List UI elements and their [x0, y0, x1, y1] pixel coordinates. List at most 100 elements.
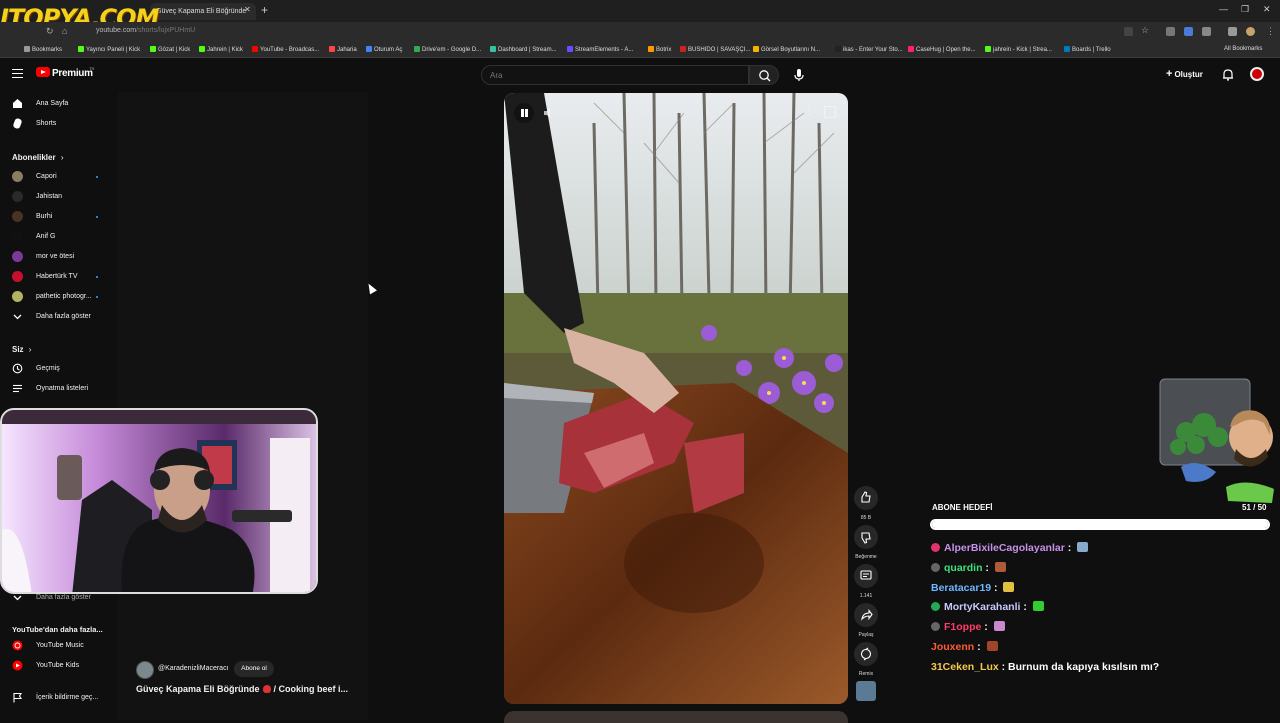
bookmark-item[interactable]: Drive'em - Google D... [414, 46, 481, 53]
bookmark-item[interactable]: Botrix [648, 46, 671, 53]
you-heading[interactable]: Siz › [12, 345, 31, 354]
sound-thumbnail[interactable] [852, 681, 880, 701]
volume-icon[interactable] [542, 106, 556, 120]
star-bookmark-icon[interactable]: ☆ [1141, 25, 1149, 36]
search-button[interactable] [749, 65, 779, 85]
sidebar-item-home[interactable]: Ana Sayfa [0, 95, 118, 113]
pause-button[interactable] [514, 103, 534, 123]
mascot-illustration [1159, 378, 1274, 503]
bookmark-item[interactable]: jahrein - Kick | Strea... [985, 46, 1052, 53]
youtube-premium-logo[interactable]: Premium [52, 68, 93, 79]
next-short-preview[interactable] [504, 711, 848, 723]
close-window-icon[interactable]: ✕ [1263, 4, 1271, 15]
short-title[interactable]: Güveç Kapama Eli Böğründe / Cooking beef … [136, 684, 348, 694]
home-icon[interactable]: ⌂ [62, 26, 67, 36]
extension-icon[interactable] [1184, 27, 1193, 36]
sidebar-item-history[interactable]: Geçmiş [0, 360, 118, 378]
video-frame [504, 93, 848, 704]
browser-tab-active[interactable]: Güveç Kapama Eli Böğründe [150, 3, 256, 20]
more-options-icon[interactable]: ⋮ [804, 106, 814, 117]
sidebar-channel-item[interactable]: Jahistan [0, 188, 118, 206]
dislike-button[interactable]: Beğenme [852, 525, 880, 560]
playlist-icon [13, 384, 22, 393]
bookmark-item[interactable]: Bookmarks [24, 46, 62, 53]
tab-close-icon[interactable]: ✕ [244, 5, 251, 14]
channel-handle[interactable]: @KaradenizliMaceracı [158, 665, 229, 672]
profile-icon[interactable] [1246, 27, 1255, 36]
tab-title: Güveç Kapama Eli Böğründe [156, 8, 247, 15]
fullscreen-icon[interactable] [824, 106, 836, 118]
subscriber-goal-progress-fill [932, 521, 1268, 528]
bookmark-item[interactable]: YouTube - Broadcas... [252, 46, 319, 53]
bookmark-item[interactable]: Jaharia [329, 46, 357, 53]
address-bar[interactable]: youtube.com/shorts/lujxPUHmU [96, 27, 195, 34]
create-button[interactable]: + Oluştur [1166, 68, 1203, 80]
remix-button[interactable]: Remix [852, 642, 880, 677]
bookmark-item[interactable]: Dashboard | Stream... [490, 46, 557, 53]
new-content-dot [96, 276, 98, 278]
youtube-logo-icon[interactable] [36, 67, 50, 77]
new-tab-icon[interactable]: + [261, 3, 268, 17]
sidebar-channel-item[interactable]: Anif G [0, 228, 118, 246]
channel-avatar [12, 251, 23, 262]
sidebar-channel-item[interactable]: mor ve ötesi [0, 248, 118, 266]
sidebar-item-playlists[interactable]: Oynatma listeleri [0, 380, 118, 398]
bookmark-item[interactable]: ikas - Enter Your Sto... [835, 46, 903, 53]
chat-message: MortyKarahanli : [931, 601, 1044, 613]
sidebar-item-youtube-music[interactable]: YouTube Music [0, 637, 118, 655]
like-button[interactable]: 85 B [852, 486, 880, 521]
bookmark-item[interactable]: CaseHug | Open the... [908, 46, 976, 53]
bookmark-item[interactable]: Jahrein | Kick [199, 46, 243, 53]
reload-icon[interactable]: ↻ [46, 26, 54, 37]
youtube-masthead: Premium TR +Oluştur [0, 58, 1280, 92]
shorts-left-area [118, 92, 368, 720]
bookmark-item[interactable]: Boards | Trello [1064, 46, 1111, 53]
all-bookmarks-button[interactable]: All Bookmarks [1224, 46, 1262, 52]
chat-emote-icon [994, 561, 1006, 572]
subscribe-button[interactable]: Abone ol [234, 661, 274, 677]
browser-menu-icon[interactable]: ⋮ [1266, 26, 1275, 37]
sidebar-show-more[interactable]: Daha fazla göster [0, 308, 118, 326]
sidebar-channel-item[interactable]: Habertürk TV [0, 268, 118, 286]
voice-search-button[interactable] [790, 66, 808, 84]
menu-icon[interactable] [12, 69, 23, 78]
account-avatar[interactable] [1250, 67, 1264, 81]
channel-name: Jahistan [36, 193, 63, 200]
bookmark-label: StreamElements - A... [575, 47, 634, 53]
sidebar-item-shorts[interactable]: Shorts [0, 115, 118, 133]
sidebar-item-youtube-kids[interactable]: YouTube Kids [0, 657, 118, 675]
sidebar-channel-item[interactable]: pathetic photogr... [0, 288, 118, 306]
chat-emote-icon [1077, 542, 1089, 552]
search-input[interactable] [490, 69, 730, 82]
shorts-video-player[interactable]: ⋮ [504, 93, 848, 704]
share-button[interactable]: Paylaş [852, 603, 880, 638]
chat-emote-icon [993, 621, 1005, 632]
bookmark-item[interactable]: BUSHIDO | SAVAŞÇI... [680, 46, 750, 53]
extensions-puzzle-icon[interactable] [1228, 27, 1237, 36]
sidebar-channel-item[interactable]: Burhi [0, 208, 118, 226]
bookmark-label: Gözat | Kick [158, 47, 191, 53]
minimize-icon[interactable]: — [1219, 4, 1228, 14]
bookmark-favicon-icon [567, 46, 573, 52]
subscriptions-heading[interactable]: Abonelikler › [12, 153, 63, 162]
bookmark-item[interactable]: Oturum Aç [366, 46, 402, 53]
notifications-button[interactable] [1222, 68, 1234, 81]
install-icon[interactable] [1124, 27, 1133, 36]
sidebar-channel-item[interactable]: Capori [0, 168, 118, 186]
sidebar-item-report-history[interactable]: İçerik bildirme geç... [0, 689, 118, 707]
chat-separator: : [991, 581, 1001, 594]
bookmark-item[interactable]: Gözat | Kick [150, 46, 190, 53]
bookmark-item[interactable]: Yayıncı Paneli | Kick [78, 46, 140, 53]
plus-icon: + [1166, 68, 1173, 80]
new-content-dot [96, 216, 98, 218]
channel-avatar[interactable] [136, 661, 154, 679]
comments-button[interactable]: 1.141 [852, 564, 880, 599]
restore-icon[interactable]: ❐ [1241, 4, 1249, 15]
extension-icon[interactable] [1202, 27, 1211, 36]
bookmark-item[interactable]: Görsel Boyutlarını N... [753, 46, 820, 53]
short-title-part1: Güveç Kapama Eli Böğründe [136, 684, 260, 694]
chat-message: 31Ceken_Lux : Burnum da kapıya kısılsın … [931, 661, 1159, 673]
extension-icon[interactable] [1166, 27, 1175, 36]
chat-text: Burnum da kapıya kısılsın mı? [1008, 660, 1160, 673]
bookmark-item[interactable]: StreamElements - A... [567, 46, 633, 53]
